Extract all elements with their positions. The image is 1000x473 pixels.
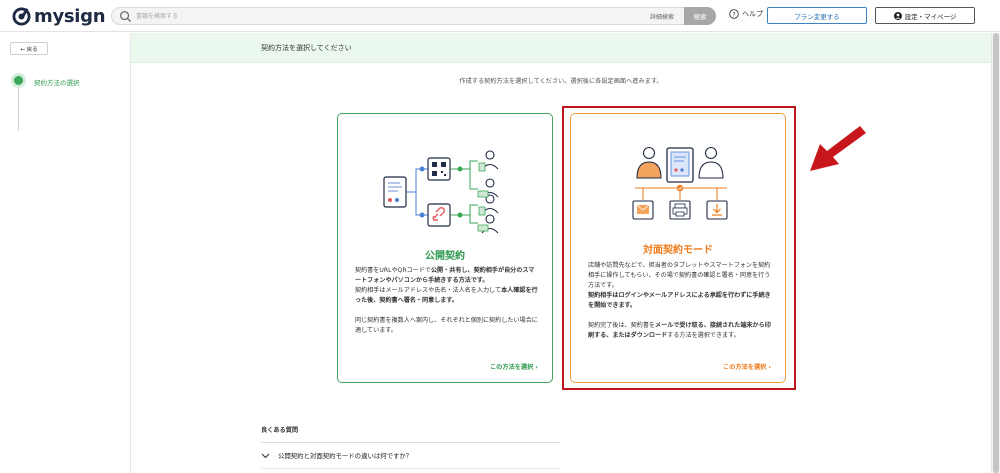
search-bar: 詳細検索 検索 — [111, 7, 716, 25]
chevron-down-icon — [261, 453, 270, 458]
search-input[interactable] — [136, 9, 636, 23]
faq-heading: 良くある質問 — [261, 427, 299, 434]
faq-divider — [261, 468, 561, 469]
faq-item[interactable]: 公開契約と対面契約モードの違いは何ですか？ — [261, 451, 412, 460]
step-indicator-active — [11, 73, 26, 88]
logo[interactable]: mysign — [12, 5, 106, 27]
search-icon — [120, 11, 132, 23]
page-banner: 契約方法を選択してください — [131, 33, 991, 63]
plan-change-button[interactable]: プラン変更する — [767, 7, 867, 24]
back-button[interactable]: ← 戻る — [10, 42, 48, 55]
help-icon: ? — [729, 9, 739, 19]
settings-mypage-button[interactable]: 設定・マイページ — [875, 7, 975, 24]
step-connector — [18, 88, 19, 131]
step-label-contract-method: 契約方法の選択 — [34, 79, 80, 87]
step-sidebar: ← 戻る 契約方法の選択 — [0, 33, 131, 473]
top-header: mysign 詳細検索 検索 ? ヘルプ プラン変更する 設定・マイページ — [0, 0, 1000, 32]
page-title: 契約方法を選択してください — [261, 44, 352, 52]
instruction-text: 作成する契約方法を選択してください。選択後に各設定画面へ進みます。 — [459, 78, 663, 85]
faq-question: 公開契約と対面契約モードの違いは何ですか？ — [278, 452, 413, 460]
public-contract-illustration — [383, 150, 499, 234]
faq-divider — [261, 442, 561, 443]
settings-label: 設定・マイページ — [904, 12, 957, 21]
page-scrollbar[interactable] — [991, 33, 1000, 473]
search-button[interactable]: 検索 — [684, 7, 716, 25]
public-contract-title: 公開契約 — [425, 251, 465, 262]
public-contract-card[interactable]: 公開契約 契約書をURLやQRコードで公開・共有し、契約相手が自分のスマートフォ… — [337, 113, 553, 383]
help-label: ヘルプ — [742, 10, 763, 18]
highlight-frame — [562, 106, 796, 390]
pointer-arrow-icon — [810, 126, 866, 171]
advanced-search-link[interactable]: 詳細検索 — [650, 12, 674, 21]
help-link[interactable]: ? ヘルプ — [729, 9, 763, 19]
public-contract-description: 契約書をURLやQRコードで公開・共有し、契約相手が自分のスマートフォンやパソコ… — [355, 267, 538, 334]
user-icon — [893, 11, 902, 20]
scrollbar-thumb[interactable] — [993, 33, 999, 473]
public-contract-select-link[interactable]: この方法を選択 › — [490, 362, 538, 371]
logo-text: mysign — [34, 5, 106, 27]
mysign-logo-icon — [12, 6, 31, 26]
svg-text:?: ? — [732, 11, 735, 18]
